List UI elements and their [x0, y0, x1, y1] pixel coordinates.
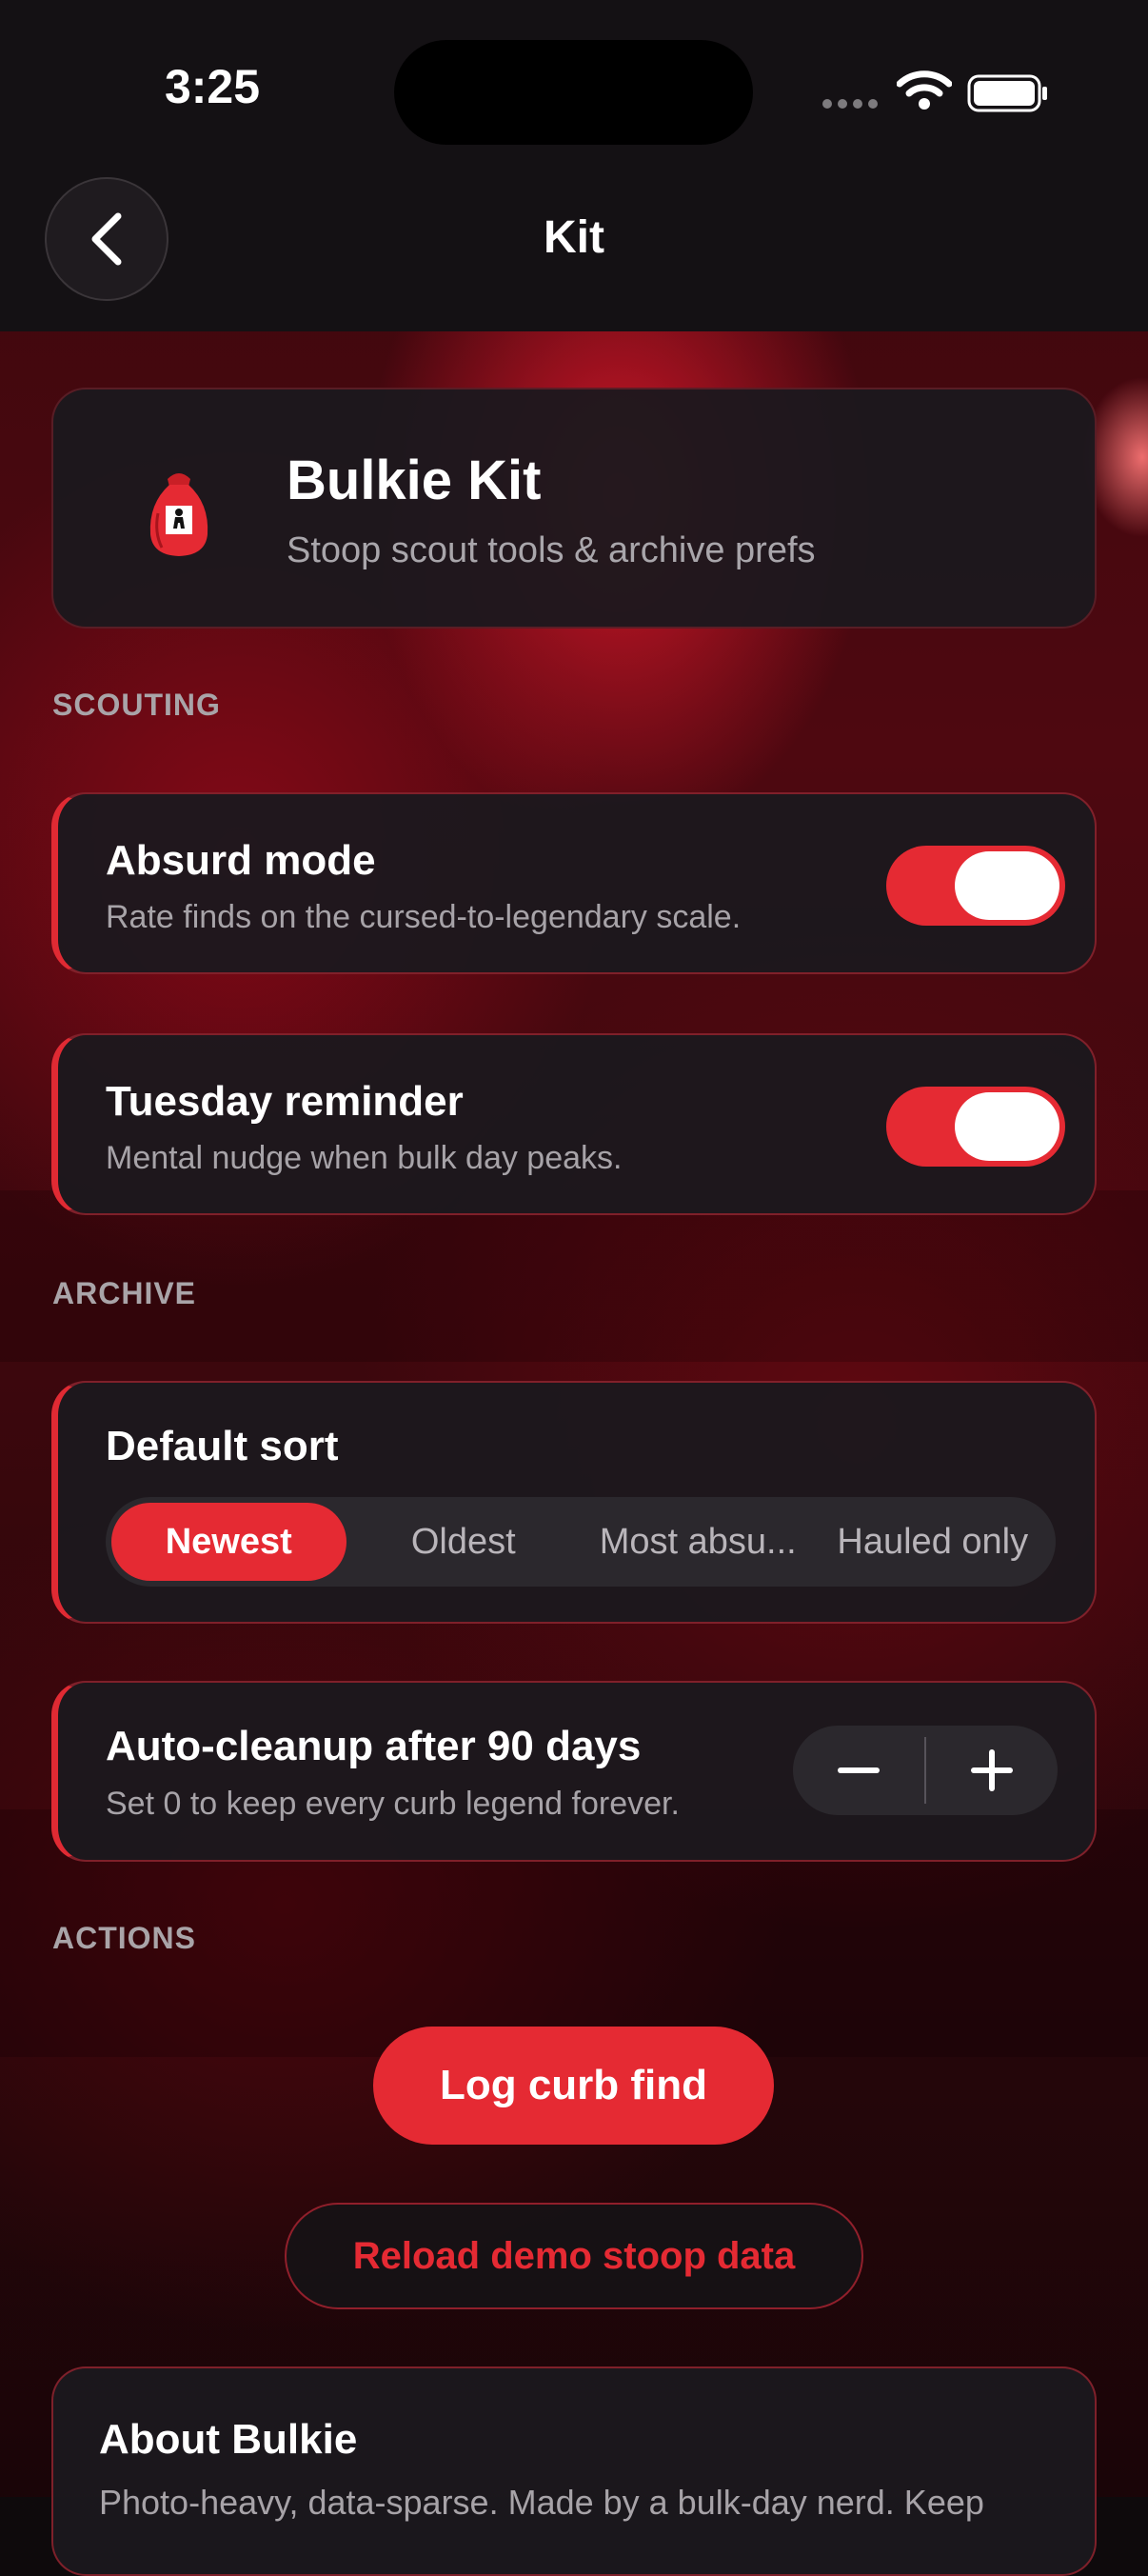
red-sack-icon — [149, 473, 208, 556]
absurd-mode-title: Absurd mode — [106, 837, 376, 884]
log-curb-find-button[interactable]: Log curb find — [373, 2027, 774, 2145]
page-title: Kit — [544, 212, 604, 263]
back-button[interactable] — [45, 177, 168, 301]
cleanup-days-stepper — [793, 1726, 1058, 1815]
sort-segmented-control: Newest Oldest Most absu... Hauled only — [106, 1497, 1056, 1587]
tuesday-reminder-subtitle: Mental nudge when bulk day peaks. — [106, 1140, 623, 1176]
toggle-knob — [955, 1092, 1059, 1161]
dynamic-island — [394, 40, 753, 145]
status-time: 3:25 — [164, 60, 261, 113]
sort-option-newest[interactable]: Newest — [111, 1503, 346, 1581]
chevron-left-icon — [91, 212, 122, 266]
sort-option-most-absurd[interactable]: Most absu... — [581, 1503, 816, 1581]
absurd-mode-toggle[interactable] — [886, 846, 1065, 926]
wifi-icon — [897, 70, 952, 110]
absurd-mode-row: Absurd mode Rate finds on the cursed-to-… — [51, 792, 1097, 974]
about-card: About Bulkie Photo-heavy, data-sparse. M… — [51, 2366, 1097, 2576]
auto-cleanup-title: Auto-cleanup after 90 days — [106, 1723, 642, 1769]
minus-icon — [838, 1767, 880, 1773]
cellular-signal-icon — [822, 99, 878, 109]
default-sort-row: Default sort Newest Oldest Most absu... … — [51, 1381, 1097, 1624]
tuesday-reminder-title: Tuesday reminder — [106, 1078, 464, 1125]
default-sort-title: Default sort — [106, 1423, 339, 1469]
plus-icon — [971, 1749, 1013, 1791]
section-label-archive: ARCHIVE — [52, 1276, 197, 1310]
battery-icon — [967, 74, 1047, 112]
kit-header-card: Bulkie Kit Stoop scout tools & archive p… — [51, 388, 1097, 629]
tuesday-reminder-toggle[interactable] — [886, 1087, 1065, 1167]
about-body: Photo-heavy, data-sparse. Made by a bulk… — [99, 2483, 984, 2522]
section-label-scouting: SCOUTING — [52, 688, 221, 722]
increment-button[interactable] — [926, 1726, 1058, 1815]
sort-option-hauled-only[interactable]: Hauled only — [816, 1503, 1051, 1581]
tuesday-reminder-row: Tuesday reminder Mental nudge when bulk … — [51, 1033, 1097, 1215]
sort-option-oldest[interactable]: Oldest — [346, 1503, 582, 1581]
reload-demo-data-button[interactable]: Reload demo stoop data — [285, 2203, 863, 2309]
auto-cleanup-subtitle: Set 0 to keep every curb legend forever. — [106, 1786, 680, 1822]
absurd-mode-subtitle: Rate finds on the cursed-to-legendary sc… — [106, 899, 742, 935]
about-title: About Bulkie — [99, 2416, 358, 2463]
kit-title: Bulkie Kit — [287, 449, 542, 511]
toggle-knob — [955, 851, 1059, 920]
decrement-button[interactable] — [793, 1726, 924, 1815]
kit-subtitle: Stoop scout tools & archive prefs — [287, 530, 816, 570]
auto-cleanup-row: Auto-cleanup after 90 days Set 0 to keep… — [51, 1681, 1097, 1862]
section-label-actions: ACTIONS — [52, 1921, 196, 1955]
